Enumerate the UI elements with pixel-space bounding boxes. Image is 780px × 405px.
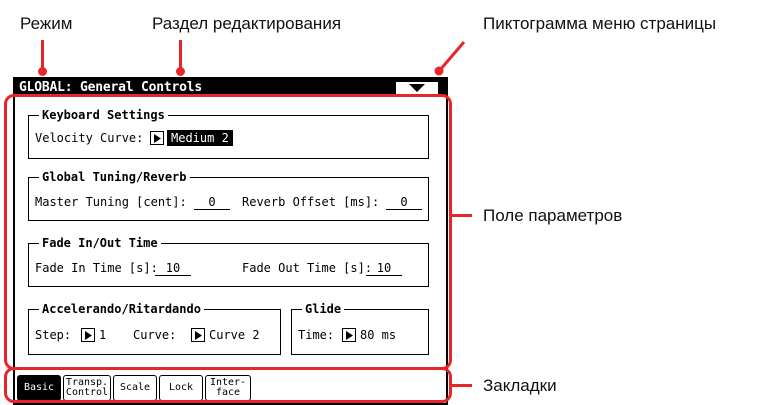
annotation-mode: Режим — [20, 14, 73, 33]
page-title: GLOBAL: General Controls — [19, 80, 203, 95]
page-menu-button[interactable] — [395, 81, 439, 95]
section-pointer-dot — [176, 67, 185, 76]
annotation-parameter-area: Поле параметров — [483, 206, 623, 225]
annotation-tabs: Закладки — [483, 376, 557, 395]
mode-pointer-dot — [38, 67, 47, 76]
parameter-pointer-line — [452, 214, 472, 217]
section-pointer-line — [179, 40, 182, 70]
tabs-pointer-line — [452, 384, 472, 387]
mode-pointer-line — [41, 40, 44, 70]
tabs-highlight — [4, 367, 452, 403]
menu-pointer-line — [434, 41, 466, 76]
triangle-down-icon — [409, 84, 425, 92]
parameter-area-highlight — [4, 94, 452, 370]
annotation-edit-section: Раздел редактирования — [152, 14, 342, 33]
annotation-page-menu-icon: Пиктограмма меню страницы — [483, 14, 717, 33]
